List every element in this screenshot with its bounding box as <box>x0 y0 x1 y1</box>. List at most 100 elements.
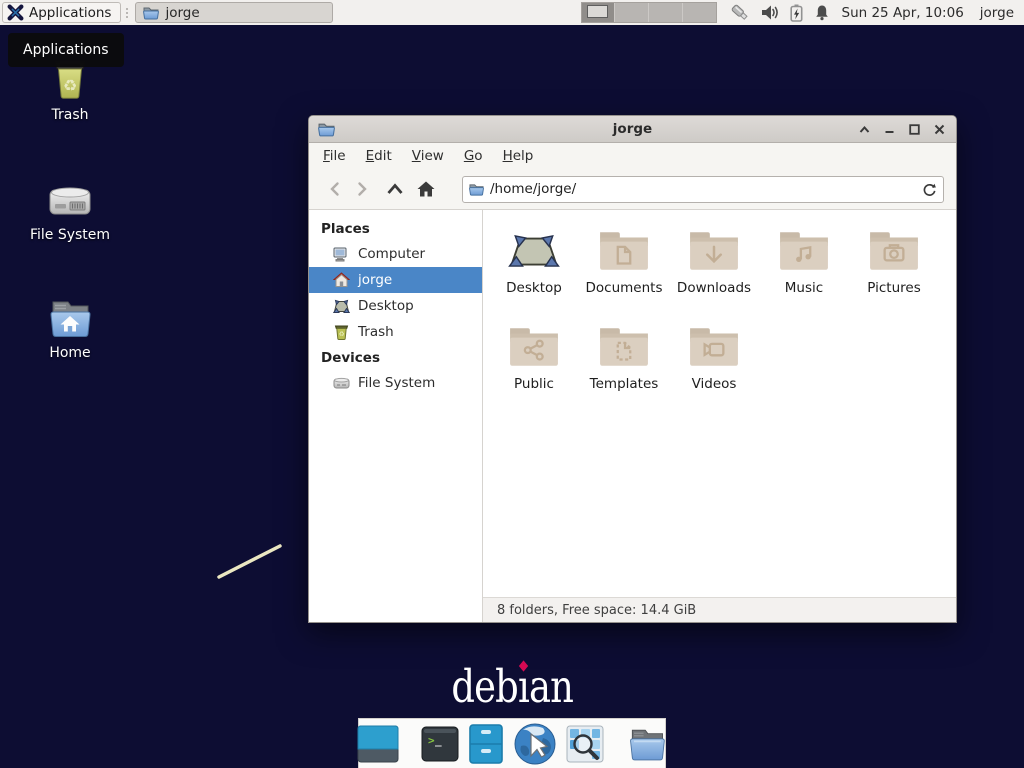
battery-icon[interactable] <box>790 4 803 22</box>
sidebar-item-label: jorge <box>358 272 392 288</box>
maximize-button[interactable] <box>906 121 922 137</box>
status-bar: 8 folders, Free space: 14.4 GiB <box>483 597 956 622</box>
workspace-switcher[interactable] <box>581 2 717 23</box>
workspace-2[interactable] <box>615 3 649 22</box>
taskbar-button-jorge[interactable]: jorge <box>135 2 333 23</box>
desktop-icon-label: Home <box>49 345 90 361</box>
application-finder-icon <box>566 725 604 763</box>
window-titlebar[interactable]: jorge <box>309 116 956 143</box>
minimize-button[interactable] <box>881 121 897 137</box>
workspace-3[interactable] <box>649 3 683 22</box>
file-item-label: Public <box>514 376 554 392</box>
home-folder-icon <box>46 296 94 340</box>
music-folder-icon <box>778 230 830 272</box>
terminal-launcher[interactable]: > _ <box>421 726 459 762</box>
sidebar-item-label: Desktop <box>358 298 414 314</box>
applications-x-icon <box>7 4 24 21</box>
sidebar-item-label: File System <box>358 375 435 391</box>
panel-username[interactable]: jorge <box>980 5 1014 21</box>
file-item-templates[interactable]: Templates <box>579 318 669 414</box>
globe-browser-icon <box>513 722 557 766</box>
up-button[interactable] <box>381 176 408 203</box>
menu-view[interactable]: View <box>402 144 454 168</box>
menu-help[interactable]: Help <box>493 144 544 168</box>
window-folder-icon <box>143 5 159 21</box>
desktop-icon-home[interactable]: Home <box>22 290 118 361</box>
home-button[interactable] <box>412 176 439 203</box>
sidebar-item-computer[interactable]: Computer <box>309 241 482 267</box>
workspace-1-active[interactable] <box>582 3 616 22</box>
web-browser-launcher[interactable] <box>513 722 557 766</box>
applications-menu-label: Applications <box>29 5 111 21</box>
svg-text:♻: ♻ <box>63 76 77 95</box>
reload-icon[interactable] <box>922 182 937 197</box>
hard-drive-icon <box>333 376 350 390</box>
close-button[interactable] <box>931 121 947 137</box>
file-item-label: Documents <box>586 280 663 296</box>
terminal-icon: > _ <box>421 726 459 762</box>
svg-text:>: > <box>428 734 435 747</box>
sidebar-item-desktop[interactable]: Desktop <box>309 293 482 319</box>
applications-menu-button[interactable]: Applications <box>2 2 121 23</box>
path-input[interactable]: /home/jorge/ <box>490 181 916 197</box>
file-item-pictures[interactable]: Pictures <box>849 222 939 318</box>
file-manager-launcher[interactable] <box>468 724 504 764</box>
file-item-label: Videos <box>692 376 737 392</box>
folder-launcher[interactable] <box>626 725 668 763</box>
svg-text:♻: ♻ <box>339 330 345 338</box>
svg-text:_: _ <box>435 734 442 747</box>
documents-folder-icon <box>598 230 650 272</box>
file-view[interactable]: Desktop <box>483 210 956 597</box>
pictures-folder-icon <box>868 230 920 272</box>
taskbar-window-title: jorge <box>165 5 199 21</box>
path-bar[interactable]: /home/jorge/ <box>462 176 944 203</box>
volume-icon[interactable] <box>761 4 779 21</box>
sidebar: Places Computer <box>309 210 483 622</box>
file-item-downloads[interactable]: Downloads <box>669 222 759 318</box>
desktop-screen: debıan Applications jorge <box>0 0 1024 768</box>
menubar: File Edit View Go Help <box>309 143 956 169</box>
downloads-folder-icon <box>688 230 740 272</box>
desktop-pad-icon <box>508 230 560 272</box>
removable-device-icon[interactable] <box>731 3 750 22</box>
back-icon <box>328 181 342 197</box>
file-item-documents[interactable]: Documents <box>579 222 669 318</box>
desktop-icon-file-system[interactable]: File System <box>22 172 118 243</box>
sidebar-item-trash[interactable]: ♻ Trash <box>309 319 482 345</box>
file-item-label: Desktop <box>506 280 562 296</box>
menu-edit[interactable]: Edit <box>356 144 402 168</box>
desktop-icon-label: Trash <box>52 107 89 123</box>
file-item-desktop[interactable]: Desktop <box>489 222 579 318</box>
file-item-videos[interactable]: Videos <box>669 318 759 414</box>
menu-file[interactable]: File <box>313 144 356 168</box>
sidebar-item-file-system[interactable]: File System <box>309 370 482 396</box>
file-manager-window: jorge File Edit View Go Help <box>308 115 957 623</box>
file-cabinet-icon <box>468 724 504 764</box>
desktop-icon-label: File System <box>30 227 110 243</box>
bottom-dock: > _ <box>358 718 666 768</box>
sidebar-devices-header: Devices <box>309 345 482 370</box>
shade-button[interactable] <box>856 121 872 137</box>
file-item-label: Templates <box>590 376 659 392</box>
menu-go[interactable]: Go <box>454 144 493 168</box>
app-finder-launcher[interactable] <box>566 725 604 763</box>
debian-wallpaper-logo: debıan <box>0 660 1024 713</box>
file-item-public[interactable]: Public <box>489 318 579 414</box>
back-button[interactable] <box>321 176 348 203</box>
file-item-label: Music <box>785 280 823 296</box>
workspace-4[interactable] <box>683 3 716 22</box>
sidebar-item-jorge[interactable]: jorge <box>309 267 482 293</box>
top-panel: Applications jorge <box>0 0 1024 25</box>
home-icon <box>333 272 350 288</box>
file-item-music[interactable]: Music <box>759 222 849 318</box>
forward-button[interactable] <box>348 176 375 203</box>
sidebar-item-label: Computer <box>358 246 425 262</box>
path-folder-icon <box>469 182 484 197</box>
public-folder-icon <box>508 326 560 368</box>
panel-clock[interactable]: Sun 25 Apr, 10:06 <box>842 5 964 21</box>
panel-handle[interactable] <box>123 4 131 22</box>
show-desktop-launcher[interactable] <box>357 725 399 763</box>
hard-drive-icon <box>46 180 94 222</box>
notification-bell-icon[interactable] <box>814 4 830 21</box>
file-item-label: Pictures <box>867 280 920 296</box>
